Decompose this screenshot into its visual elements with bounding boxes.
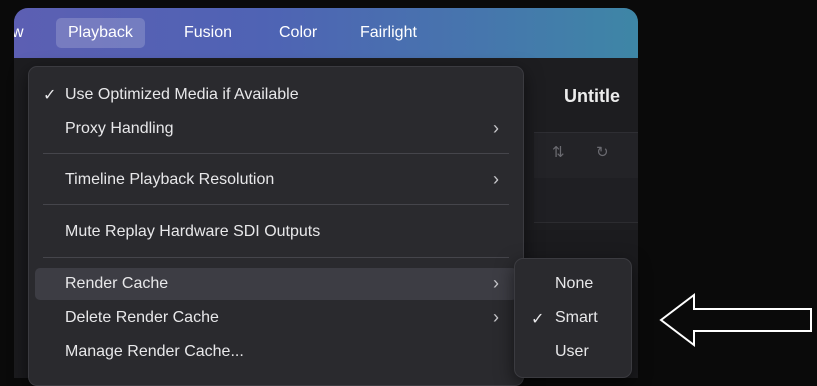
menu-item-mute-replay-sdi[interactable]: Mute Replay Hardware SDI Outputs (35, 216, 517, 248)
menu-item-manage-render-cache[interactable]: Manage Render Cache... (35, 336, 517, 368)
menu-item-label: Delete Render Cache (65, 309, 219, 326)
submenu-item-user[interactable]: User (519, 337, 627, 367)
menu-item-label: Proxy Handling (65, 120, 174, 137)
background-toolbar: ⇅ ↻ (534, 132, 638, 180)
chevron-right-icon: › (493, 169, 499, 189)
menu-item-label: Use Optimized Media if Available (65, 86, 299, 103)
menu-separator (43, 153, 509, 154)
menu-item-proxy-handling[interactable]: Proxy Handling › (35, 113, 517, 145)
menu-item-timeline-playback-resolution[interactable]: Timeline Playback Resolution › (35, 164, 517, 196)
submenu-item-smart[interactable]: ✓ Smart (519, 303, 627, 333)
chevron-right-icon: › (493, 307, 499, 327)
checkmark-icon: ✓ (43, 87, 57, 104)
menubar-item-playback[interactable]: Playback (56, 18, 145, 48)
menubar-item-view[interactable]: w (14, 18, 24, 48)
menu-item-delete-render-cache[interactable]: Delete Render Cache › (35, 302, 517, 334)
checkmark-icon: ✓ (531, 311, 545, 328)
menubar-item-fairlight[interactable]: Fairlight (360, 18, 417, 48)
menu-item-label: Manage Render Cache... (65, 343, 244, 360)
refresh-icon[interactable]: ↻ (596, 143, 609, 161)
menu-separator (43, 257, 509, 258)
submenu-item-label: User (555, 343, 589, 360)
menubar: w Playback Fusion Color Fairlight (14, 8, 638, 58)
chevron-right-icon: › (493, 118, 499, 138)
chevron-right-icon: › (493, 273, 499, 293)
menubar-item-fusion[interactable]: Fusion (184, 18, 232, 48)
submenu-item-none[interactable]: None (519, 269, 627, 299)
render-cache-submenu: None ✓ Smart User (514, 258, 632, 378)
background-row (534, 178, 638, 223)
submenu-item-label: None (555, 275, 594, 292)
menubar-item-color[interactable]: Color (279, 18, 317, 48)
playback-menu: ✓ Use Optimized Media if Available Proxy… (28, 66, 524, 386)
submenu-item-label: Smart (555, 309, 598, 326)
menu-separator (43, 204, 509, 205)
left-arrow-icon (659, 292, 812, 348)
sort-icon[interactable]: ⇅ (552, 143, 565, 161)
menu-item-label: Render Cache (65, 275, 169, 292)
menu-item-label: Mute Replay Hardware SDI Outputs (65, 223, 321, 240)
menu-item-use-optimized-media[interactable]: ✓ Use Optimized Media if Available (35, 79, 517, 111)
menu-item-label: Timeline Playback Resolution (65, 171, 275, 188)
menu-item-render-cache[interactable]: Render Cache › (35, 268, 517, 300)
project-title: Untitle (564, 86, 620, 106)
